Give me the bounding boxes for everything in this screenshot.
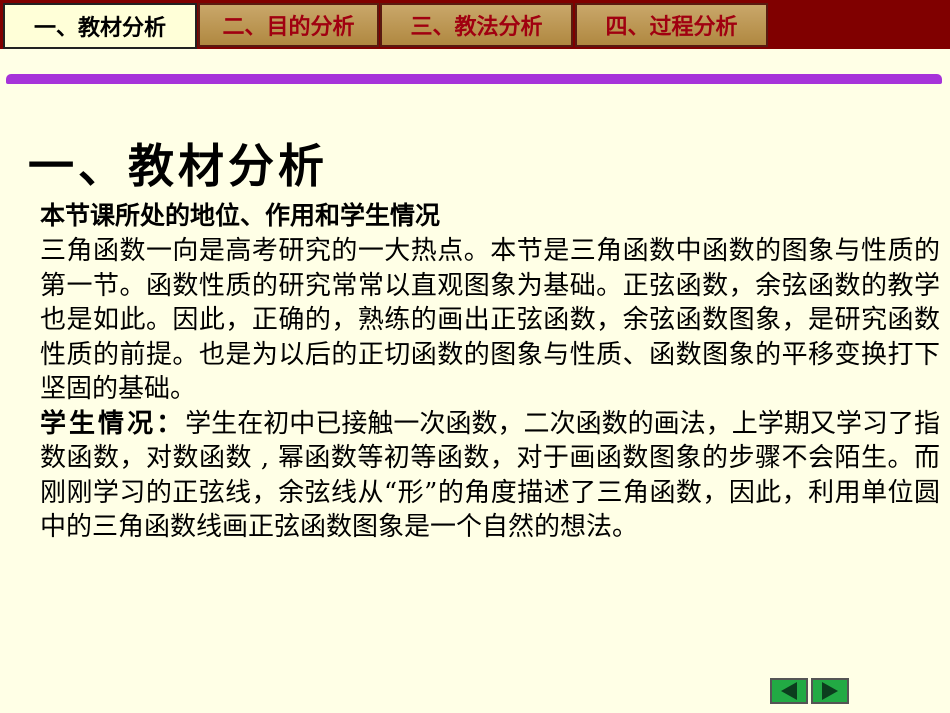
header-gap	[0, 49, 950, 74]
tab-teaching-method-analysis[interactable]: 三、教法分析	[380, 3, 573, 47]
header-underline	[6, 74, 942, 84]
tab-objective-analysis[interactable]: 二、目的分析	[198, 3, 379, 47]
paragraph-textbook-role: 三角函数一向是高考研究的一大热点。本节是三角函数中函数的图象与性质的第一节。函数…	[40, 236, 940, 404]
paragraph-student-situation: 学生情况：学生在初中已接触一次函数，二次函数的画法，上学期又学习了指数函数，对数…	[10, 407, 940, 545]
arrow-left-icon	[781, 682, 797, 700]
page-title: 一、教材分析	[28, 139, 328, 193]
previous-slide-button[interactable]	[770, 678, 808, 704]
section-heading: 本节课所处的地位、作用和学生情况	[40, 201, 441, 230]
content-body: 三角函数一向是高考研究的一大热点。本节是三角函数中函数的图象与性质的第一节。函数…	[10, 234, 940, 545]
top-navigation-bar: 一、教材分析 二、目的分析 三、教法分析 四、过程分析	[0, 0, 950, 49]
tab-process-analysis[interactable]: 四、过程分析	[575, 3, 768, 47]
next-slide-button[interactable]	[811, 678, 849, 704]
active-tab-pointer	[55, 49, 103, 73]
arrow-right-icon	[822, 682, 838, 700]
student-situation-label: 学生情况：	[40, 408, 186, 439]
tab-textbook-analysis[interactable]: 一、教材分析	[3, 3, 197, 49]
